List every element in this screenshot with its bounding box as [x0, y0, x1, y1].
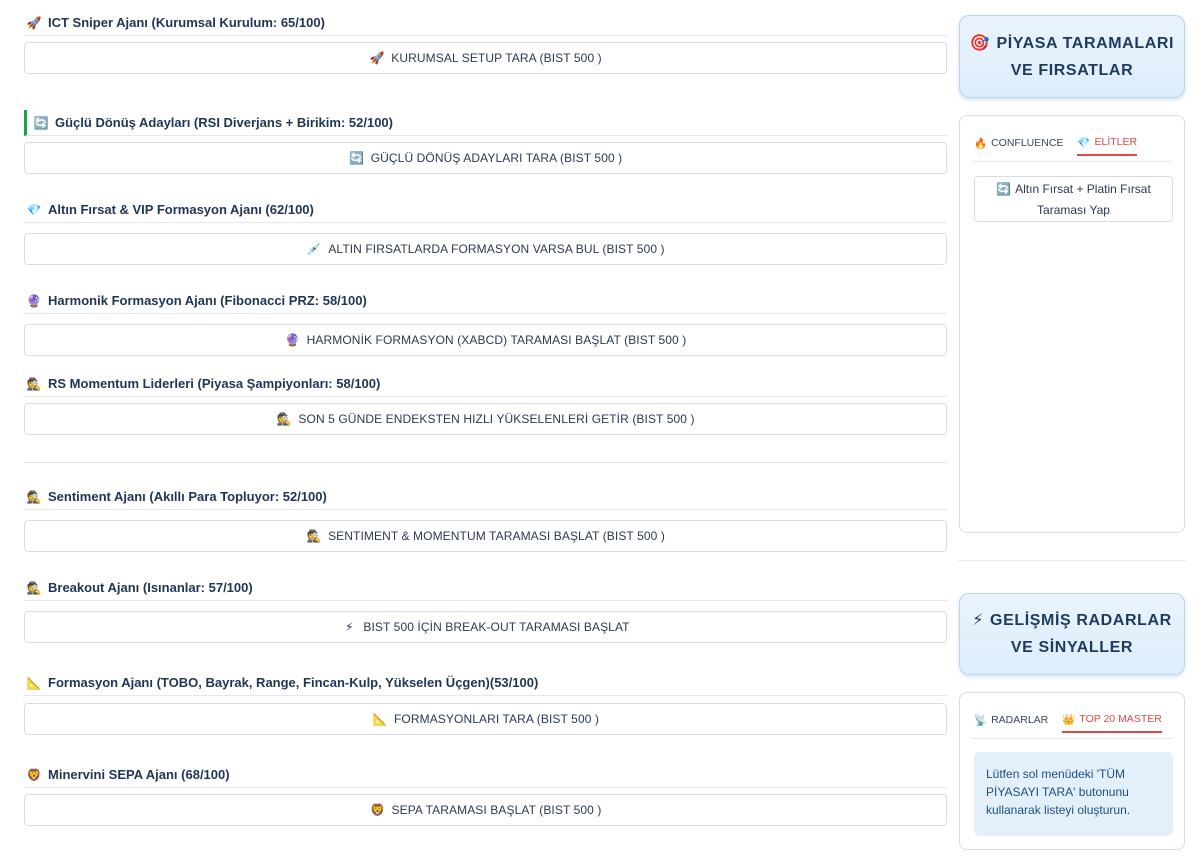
tab-radarlar[interactable]: 📡 RADARLAR — [974, 707, 1048, 733]
section-title-rs-momentum: 🕵️ RS Momentum Liderleri (Piyasa Şampiyo… — [24, 371, 947, 397]
tab-elitler[interactable]: 💎 ELİTLER — [1077, 130, 1138, 156]
detective-icon: 🕵️ — [26, 376, 42, 391]
button-label: Altın Fırsat + Platin Fırsat Taraması Ya… — [1015, 182, 1151, 217]
section-title-sentiment: 🕵️ Sentiment Ajanı (Akıllı Para Topluyor… — [24, 484, 947, 510]
firsatlar-tabs: 🔥 CONFLUENCE 💎 ELİTLER — [974, 130, 1138, 156]
section-title-harmonik: 🔮 Harmonik Formasyon Ajanı (Fibonacci PR… — [24, 288, 947, 314]
tab-label: CONFLUENCE — [991, 137, 1064, 149]
detective-icon: 🕵️ — [306, 529, 322, 543]
sepa-scan-button[interactable]: 🦁 SEPA TARAMASI BAŞLAT (BIST 500 ) — [24, 794, 947, 826]
section-title-text: Güçlü Dönüş Adayları (RSI Diverjans + Bi… — [55, 115, 393, 130]
radarlar-panel: 📡 RADARLAR 👑 TOP 20 MASTER Lütfen sol me… — [959, 692, 1185, 850]
tab-label: TOP 20 MASTER — [1079, 713, 1162, 725]
header-line-2: VE FIRSATLAR — [1010, 61, 1134, 79]
section-title-text: Altın Fırsat & VIP Formasyon Ajanı (62/1… — [48, 202, 314, 217]
section-title-text: Breakout Ajanı (Isınanlar: 57/100) — [48, 580, 253, 595]
section-title-text: RS Momentum Liderleri (Piyasa Şampiyonla… — [48, 376, 381, 391]
refresh-icon: 🔄 — [349, 151, 365, 165]
tab-underline — [972, 161, 1172, 162]
section-title-guclu-donus: 🔄 Güçlü Dönüş Adayları (RSI Diverjans + … — [24, 110, 947, 136]
rocket-icon: 🚀 — [26, 15, 42, 30]
detective-icon: 🕵️ — [26, 489, 42, 504]
breakout-scan-button[interactable]: ⚡ BIST 500 İÇİN BREAK-OUT TARAMASI BAŞLA… — [24, 611, 947, 643]
section-title-ict-sniper: 🚀 ICT Sniper Ajanı (Kurumsal Kurulum: 65… — [24, 10, 947, 36]
button-label: BIST 500 İÇİN BREAK-OUT TARAMASI BAŞLAT — [363, 620, 630, 634]
piyasa-taramalari-header: 🎯 PİYASA TARAMALARI VE FIRSATLAR — [959, 15, 1185, 98]
refresh-icon: 🔄 — [996, 182, 1012, 196]
detective-icon: 🕵️ — [276, 412, 292, 426]
tab-underline — [972, 738, 1172, 739]
firsatlar-panel: 🔥 CONFLUENCE 💎 ELİTLER 🔄 Altın Fırsat + P… — [959, 115, 1185, 533]
section-title-text: ICT Sniper Ajanı (Kurumsal Kurulum: 65/1… — [48, 15, 325, 30]
tab-confluence[interactable]: 🔥 CONFLUENCE — [974, 130, 1063, 156]
section-title-breakout: 🕵️ Breakout Ajanı (Isınanlar: 57/100) — [24, 575, 947, 601]
button-label: FORMASYONLARI TARA (BIST 500 ) — [393, 712, 600, 726]
guclu-donus-scan-button[interactable]: 🔄 GÜÇLÜ DÖNÜŞ ADAYLARI TARA (BIST 500 ) — [24, 142, 947, 174]
button-label: GÜÇLÜ DÖNÜŞ ADAYLARI TARA (BIST 500 ) — [370, 151, 623, 165]
target-icon: 🎯 — [969, 34, 991, 52]
diamond-icon: 💎 — [26, 202, 42, 217]
header-line-1: PİYASA TARAMALARI — [996, 34, 1175, 52]
lightning-icon: ⚡ — [972, 612, 985, 629]
section-title-altin-firsat: 💎 Altın Fırsat & VIP Formasyon Ajanı (62… — [24, 197, 947, 223]
satellite-icon: 📡 — [974, 714, 988, 727]
altin-firsat-formasyon-button[interactable]: 💉 ALTIN FIRSATLARDA FORMASYON VARSA BUL … — [24, 233, 947, 265]
button-label: HARMONİK FORMASYON (XABCD) TARAMASI BAŞL… — [306, 333, 687, 347]
crown-icon: 👑 — [1062, 713, 1076, 726]
section-title-formasyon: 📐 Formasyon Ajanı (TOBO, Bayrak, Range, … — [24, 670, 947, 696]
lightning-icon: ⚡ — [345, 620, 354, 634]
tab-top20-master[interactable]: 👑 TOP 20 MASTER — [1062, 707, 1162, 733]
info-message: Lütfen sol menüdeki 'TÜM PİYASAYI TARA' … — [974, 752, 1173, 836]
fire-icon: 🔥 — [974, 137, 988, 150]
diamond-icon: 💎 — [1077, 136, 1091, 149]
crystal-ball-icon: 🔮 — [285, 333, 301, 347]
header-line-2: VE SİNYALLER — [1010, 639, 1134, 656]
radarlar-tabs: 📡 RADARLAR 👑 TOP 20 MASTER — [974, 707, 1162, 733]
harmonik-scan-button[interactable]: 🔮 HARMONİK FORMASYON (XABCD) TARAMASI BA… — [24, 324, 947, 356]
triangle-ruler-icon: 📐 — [26, 675, 42, 690]
section-title-sepa: 🦁 Minervini SEPA Ajanı (68/100) — [24, 762, 947, 788]
kurumsal-setup-scan-button[interactable]: 🚀 KURUMSAL SETUP TARA (BIST 500 ) — [24, 42, 947, 74]
section-divider — [24, 462, 947, 463]
formasyon-scan-button[interactable]: 📐 FORMASYONLARI TARA (BIST 500 ) — [24, 703, 947, 735]
sentiment-scan-button[interactable]: 🕵️ SENTIMENT & MOMENTUM TARAMASI BAŞLAT … — [24, 520, 947, 552]
syringe-icon: 💉 — [306, 242, 322, 256]
button-label: SENTIMENT & MOMENTUM TARAMASI BAŞLAT (BI… — [328, 529, 665, 543]
gelismis-radarlar-header: ⚡ GELİŞMİŞ RADARLAR VE SİNYALLER — [959, 593, 1185, 675]
button-label: ALTIN FIRSATLARDA FORMASYON VARSA BUL (B… — [328, 242, 665, 256]
button-label: SON 5 GÜNDE ENDEKSTEN HIZLI YÜKSELENLERİ… — [298, 412, 695, 426]
altin-platin-scan-button[interactable]: 🔄 Altın Fırsat + Platin Fırsat Taraması Y… — [974, 176, 1173, 222]
detective-icon: 🕵️ — [26, 580, 42, 595]
tab-label: ELİTLER — [1094, 136, 1138, 148]
triangle-ruler-icon: 📐 — [372, 712, 388, 726]
crystal-ball-icon: 🔮 — [26, 293, 42, 308]
button-label: KURUMSAL SETUP TARA (BIST 500 ) — [391, 51, 602, 65]
rocket-icon: 🚀 — [369, 51, 385, 65]
refresh-icon: 🔄 — [33, 115, 49, 130]
lion-icon: 🦁 — [369, 803, 386, 817]
section-title-text: Minervini SEPA Ajanı (68/100) — [48, 767, 230, 782]
section-title-text: Formasyon Ajanı (TOBO, Bayrak, Range, Fi… — [48, 675, 539, 690]
header-line-1: GELİŞMİŞ RADARLAR — [990, 612, 1172, 629]
tab-label: RADARLAR — [991, 714, 1049, 726]
rs-momentum-scan-button[interactable]: 🕵️ SON 5 GÜNDE ENDEKSTEN HIZLI YÜKSELENL… — [24, 403, 947, 435]
section-title-text: Harmonik Formasyon Ajanı (Fibonacci PRZ:… — [48, 293, 367, 308]
button-label: SEPA TARAMASI BAŞLAT (BIST 500 ) — [391, 803, 602, 817]
section-title-text: Sentiment Ajanı (Akıllı Para Topluyor: 5… — [48, 489, 327, 504]
lion-icon: 🦁 — [26, 767, 42, 782]
sidebar-divider — [958, 560, 1186, 561]
